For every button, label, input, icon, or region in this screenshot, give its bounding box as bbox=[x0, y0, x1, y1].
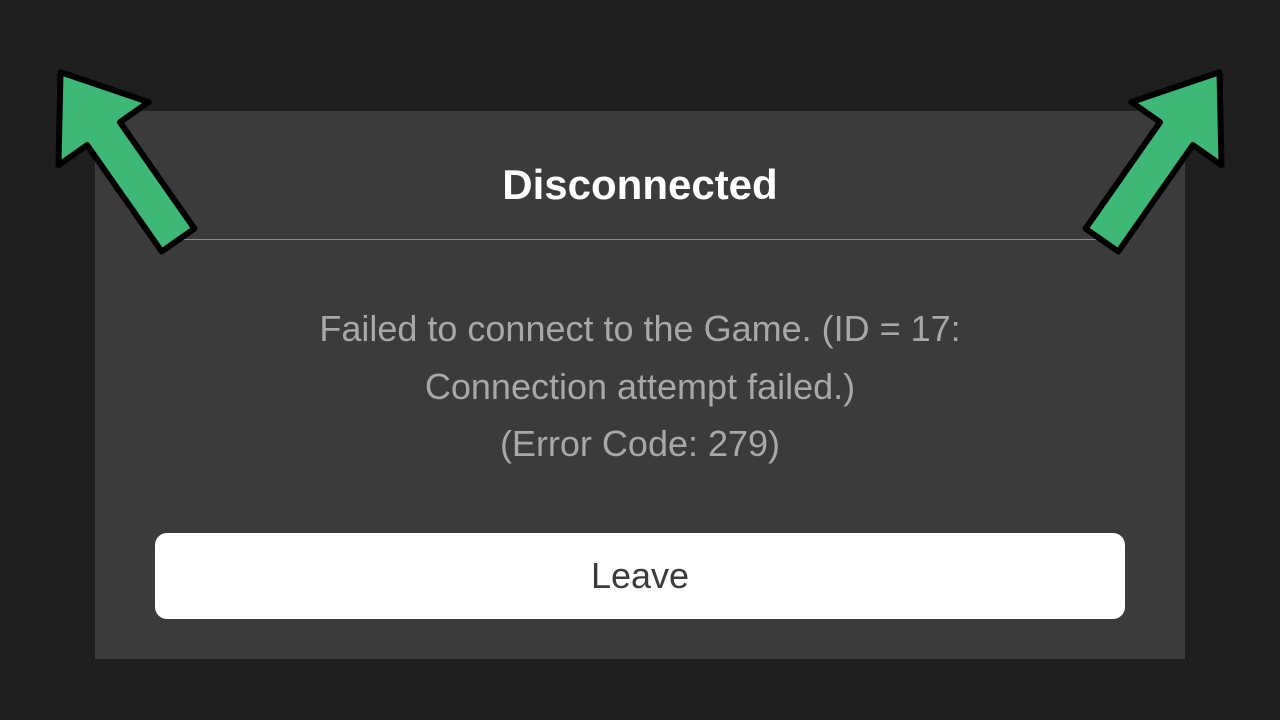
pointer-arrow-right-icon bbox=[1050, 20, 1280, 285]
dialog-title: Disconnected bbox=[155, 161, 1125, 209]
divider bbox=[155, 239, 1125, 240]
disconnected-dialog: Disconnected Failed to connect to the Ga… bbox=[95, 111, 1185, 659]
leave-button[interactable]: Leave bbox=[155, 533, 1125, 619]
dialog-message: Failed to connect to the Game. (ID = 17:… bbox=[155, 300, 1125, 473]
message-line: Failed to connect to the Game. (ID = 17: bbox=[155, 300, 1125, 358]
message-line: Connection attempt failed.) bbox=[155, 358, 1125, 416]
pointer-arrow-left-icon bbox=[0, 20, 230, 285]
message-line: (Error Code: 279) bbox=[155, 415, 1125, 473]
